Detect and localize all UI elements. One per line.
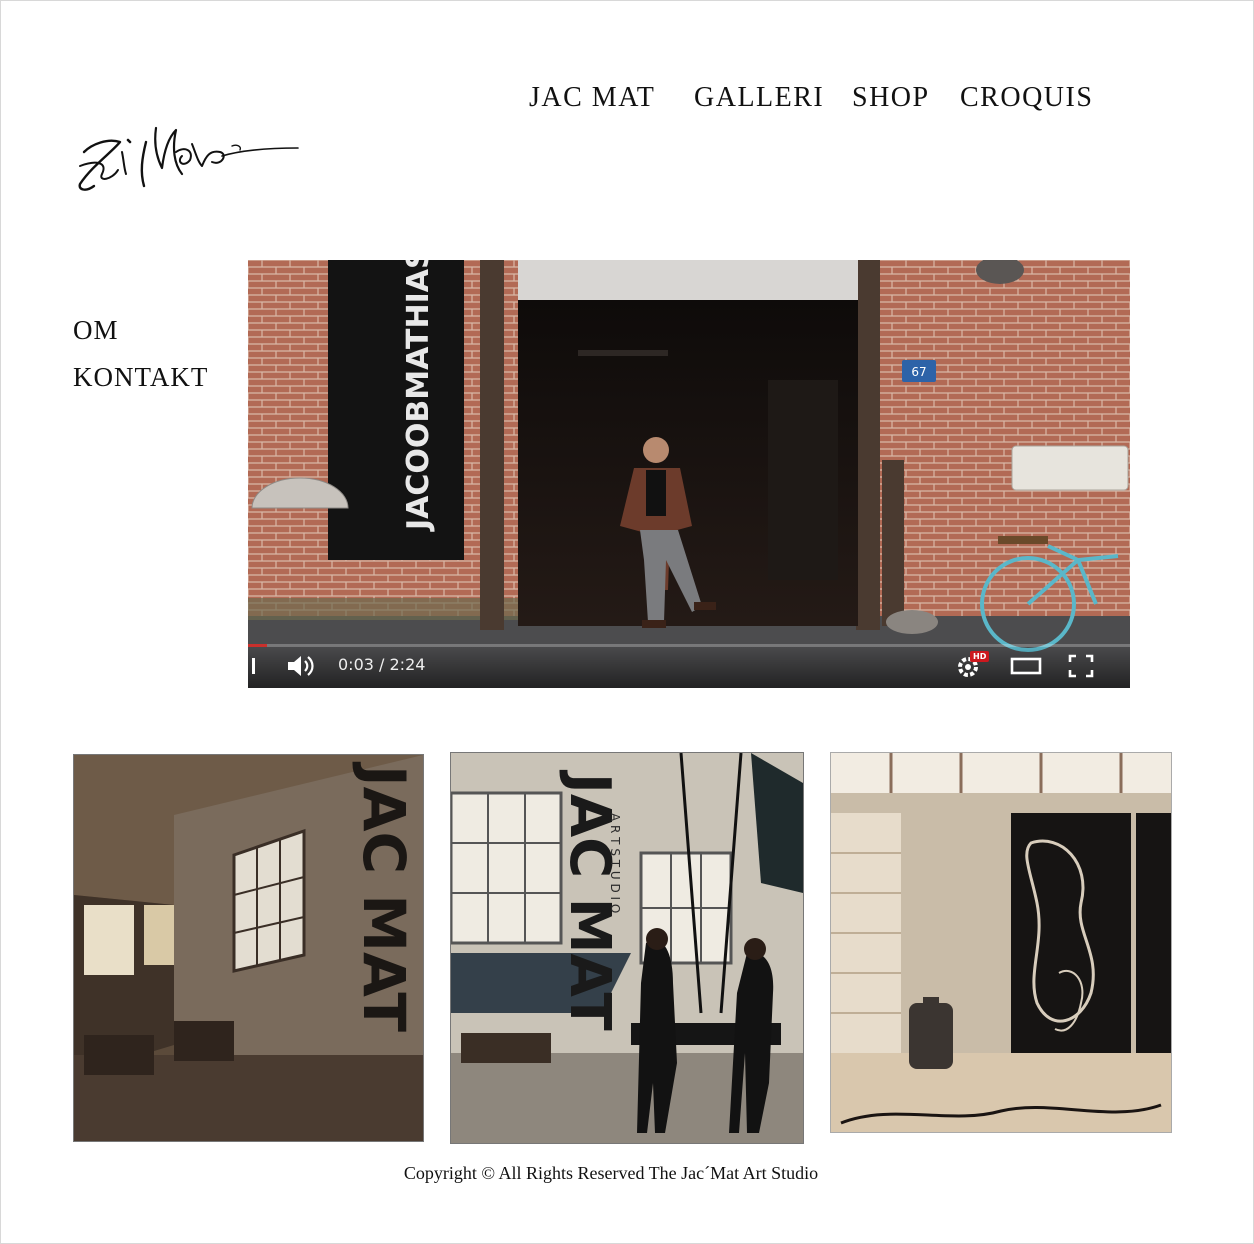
studio-photo-3[interactable] (830, 752, 1172, 1133)
time-display: 0:03 / 2:24 (338, 655, 426, 674)
studio-photo-2[interactable]: JAC MAT A R T S T U D I O (450, 752, 804, 1144)
fullscreen-icon[interactable] (1068, 654, 1094, 678)
side-item-kontakt[interactable]: KONTAKT (73, 362, 208, 393)
theater-mode-icon[interactable] (1010, 656, 1042, 676)
progress-bar[interactable] (248, 644, 1130, 647)
nav-item-shop[interactable]: SHOP (852, 82, 930, 114)
signature-logo[interactable] (72, 122, 300, 198)
progress-fill (248, 644, 267, 647)
house-number: 67 (911, 365, 926, 379)
banner-text: JACOOBMATHIAS.COM (401, 260, 436, 532)
signature-logo-mark (78, 126, 299, 191)
studio-photo-1[interactable]: JAC MAT (73, 754, 424, 1142)
nav-item-jac-mat[interactable]: JAC MAT (529, 82, 655, 114)
video-player[interactable]: JACOOBMATHIAS.COM 67 0:03 / 2:24 HD (248, 260, 1130, 688)
video-controls: 0:03 / 2:24 HD (248, 644, 1130, 688)
video-frame: JACOOBMATHIAS.COM 67 (248, 260, 1130, 688)
studio-photo-2-image: JAC MAT A R T S T U D I O (451, 753, 803, 1143)
studio-photo-3-image (831, 753, 1171, 1132)
nav-item-galleri[interactable]: GALLERI (694, 82, 824, 114)
hd-badge: HD (970, 651, 990, 662)
photo-wall-text: JAC MAT (350, 761, 418, 1032)
play-button[interactable] (252, 658, 255, 674)
copyright-footer: Copyright © All Rights Reserved The Jac´… (403, 1163, 819, 1183)
studio-photo-1-image: JAC MAT (74, 755, 423, 1141)
side-item-om[interactable]: OM (73, 315, 119, 346)
volume-icon[interactable] (286, 654, 316, 678)
photo-wall-subtext: A R T S T U D I O (608, 813, 622, 913)
nav-item-croquis[interactable]: CROQUIS (960, 82, 1093, 114)
